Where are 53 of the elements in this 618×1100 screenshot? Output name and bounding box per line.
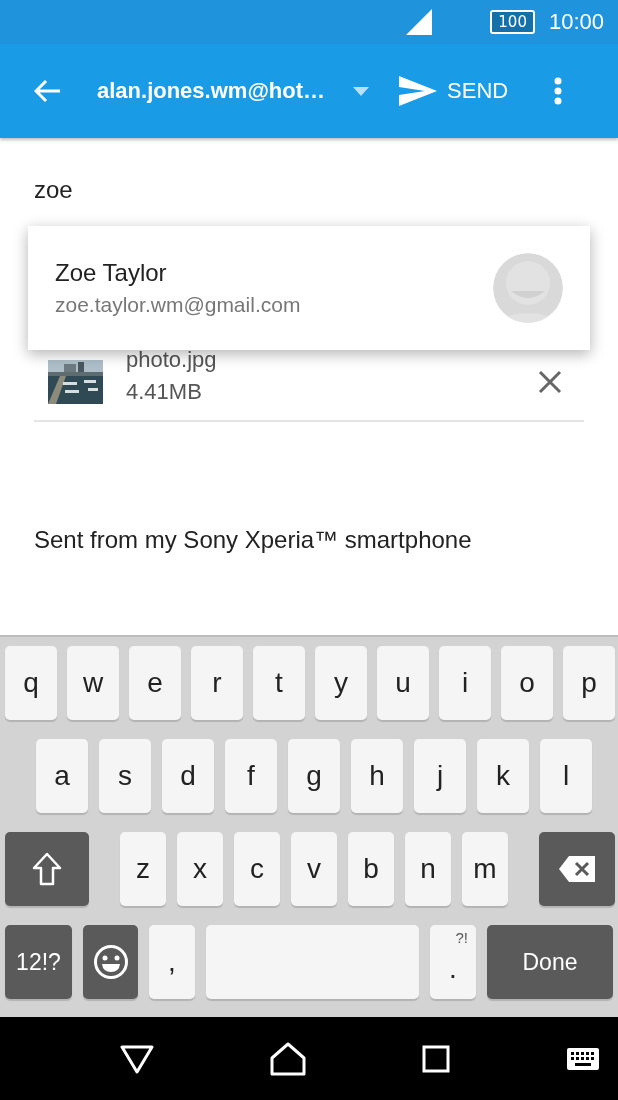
letter-key[interactable]: v: [291, 832, 337, 906]
back-icon[interactable]: [120, 1043, 154, 1074]
contact-suggestion[interactable]: Zoe Taylor zoe.taylor.wm@gmail.com: [28, 226, 590, 350]
symbols-key[interactable]: 12!?: [5, 925, 72, 999]
letter-key[interactable]: a: [36, 739, 88, 813]
backspace-icon: [559, 856, 595, 882]
letter-key[interactable]: l: [540, 739, 592, 813]
letter-key[interactable]: h: [351, 739, 403, 813]
back-arrow-icon[interactable]: [34, 79, 62, 103]
shift-icon: [32, 852, 62, 886]
letter-key[interactable]: u: [377, 646, 429, 720]
letter-key[interactable]: x: [177, 832, 223, 906]
send-icon: [399, 76, 438, 106]
battery-indicator: 100: [490, 10, 535, 34]
shift-key[interactable]: [5, 832, 89, 906]
letter-key[interactable]: d: [162, 739, 214, 813]
letter-key[interactable]: c: [234, 832, 280, 906]
contact-email: zoe.taylor.wm@gmail.com: [55, 292, 301, 318]
letter-key[interactable]: j: [414, 739, 466, 813]
period-key[interactable]: ?! .: [430, 925, 476, 999]
letter-key[interactable]: t: [253, 646, 305, 720]
smiley-icon: [92, 944, 129, 980]
letter-key[interactable]: p: [563, 646, 615, 720]
letter-key[interactable]: s: [99, 739, 151, 813]
letter-key[interactable]: e: [129, 646, 181, 720]
letter-key[interactable]: q: [5, 646, 57, 720]
avatar-icon: [493, 253, 563, 323]
letter-key[interactable]: y: [315, 646, 367, 720]
signature-text: Sent from my Sony Xperia™ smartphone: [34, 526, 473, 554]
letter-key[interactable]: f: [225, 739, 277, 813]
comma-key[interactable]: ,: [149, 925, 195, 999]
letter-key[interactable]: r: [191, 646, 243, 720]
letter-key[interactable]: g: [288, 739, 340, 813]
letter-key[interactable]: z: [120, 832, 166, 906]
signal-icon: [406, 9, 433, 35]
keyboard-icon[interactable]: [566, 1046, 600, 1071]
letter-key[interactable]: o: [501, 646, 553, 720]
emoji-key[interactable]: [83, 925, 138, 999]
home-icon[interactable]: [270, 1041, 306, 1076]
letter-key[interactable]: i: [439, 646, 491, 720]
letter-key[interactable]: b: [348, 832, 394, 906]
done-key[interactable]: Done: [487, 925, 613, 999]
attachment-size: 4.41MB: [126, 378, 203, 406]
contact-name: Zoe Taylor: [55, 258, 168, 288]
close-icon[interactable]: [538, 370, 562, 394]
status-time: 10:00: [548, 9, 604, 35]
letter-key[interactable]: n: [405, 832, 451, 906]
recents-icon[interactable]: [422, 1044, 450, 1073]
letter-key[interactable]: m: [462, 832, 508, 906]
letter-key[interactable]: w: [67, 646, 119, 720]
backspace-key[interactable]: [539, 832, 615, 906]
letter-key[interactable]: k: [477, 739, 529, 813]
more-options-icon[interactable]: [554, 77, 563, 105]
